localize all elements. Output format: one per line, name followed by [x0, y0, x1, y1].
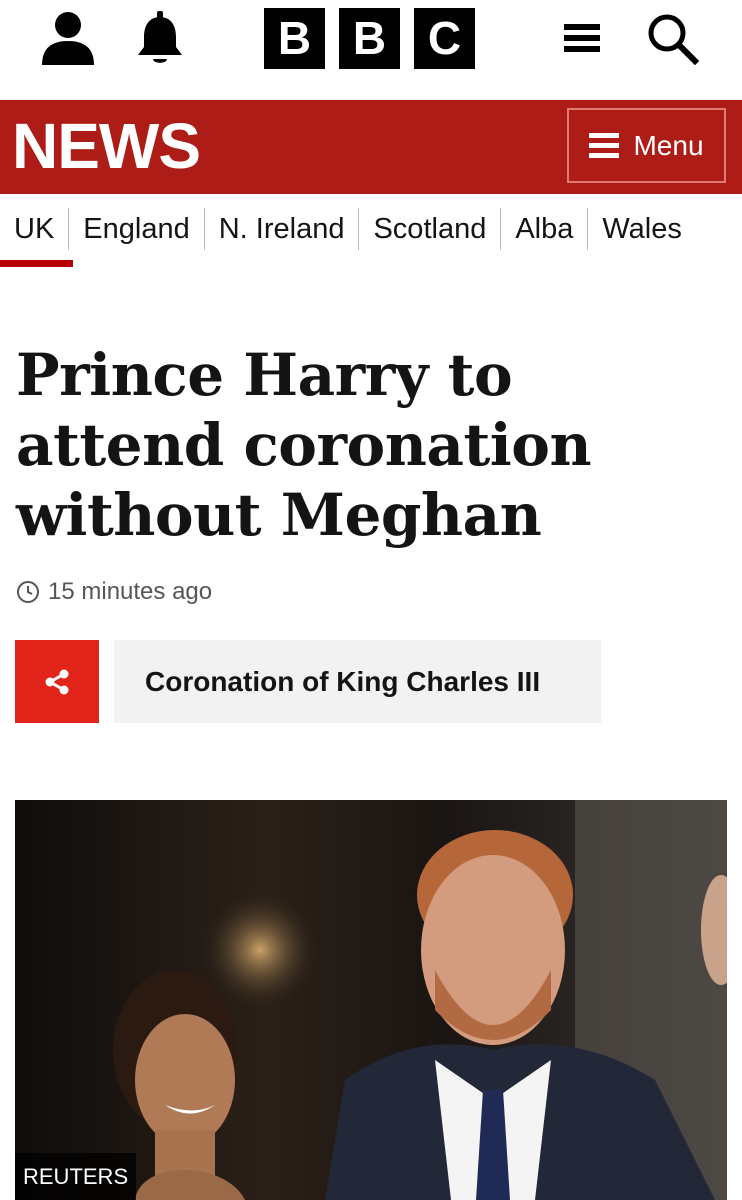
article-headline: Prince Harry to attend coronation withou… — [16, 341, 592, 549]
nav-item-wales[interactable]: Wales — [587, 208, 696, 250]
timestamp-text: 15 minutes ago — [48, 578, 213, 605]
nav-item-uk[interactable]: UK — [0, 208, 68, 250]
active-nav-indicator — [0, 260, 73, 267]
menu-icon — [589, 133, 620, 158]
nations-nav: UK England N. Ireland Scotland Alba Wale… — [0, 194, 742, 268]
person-icon — [42, 12, 94, 65]
nav-item-n-ireland[interactable]: N. Ireland — [203, 208, 359, 250]
nav-item-scotland[interactable]: Scotland — [358, 208, 500, 250]
share-button[interactable] — [15, 640, 99, 723]
bell-icon — [138, 11, 182, 63]
image-credit: REUTERS — [15, 1153, 137, 1200]
bbc-logo-letter: B — [264, 8, 325, 69]
article-photo — [15, 800, 727, 1200]
clock-icon — [17, 581, 39, 603]
nav-item-alba[interactable]: Alba — [500, 208, 587, 250]
share-icon — [45, 669, 69, 694]
news-logo[interactable]: NEWS — [12, 114, 201, 178]
topic-tag-link[interactable]: Coronation of King Charles III — [114, 640, 601, 723]
hamburger-icon — [564, 24, 600, 52]
notifications-button[interactable] — [130, 8, 190, 68]
menu-button[interactable]: Menu — [567, 108, 726, 183]
menu-button-label: Menu — [633, 129, 704, 161]
top-bar: B B C — [0, 0, 742, 100]
more-menu-button[interactable] — [552, 8, 612, 68]
search-icon — [648, 14, 699, 65]
news-bar: NEWS Menu — [0, 100, 742, 194]
article-timestamp: 15 minutes ago — [16, 578, 212, 606]
bbc-logo-letter: B — [339, 8, 400, 69]
nav-item-england[interactable]: England — [68, 208, 203, 250]
bbc-logo[interactable]: B B C — [264, 8, 475, 69]
account-button[interactable] — [38, 8, 98, 68]
bbc-logo-letter: C — [414, 8, 475, 69]
search-button[interactable] — [642, 8, 702, 68]
